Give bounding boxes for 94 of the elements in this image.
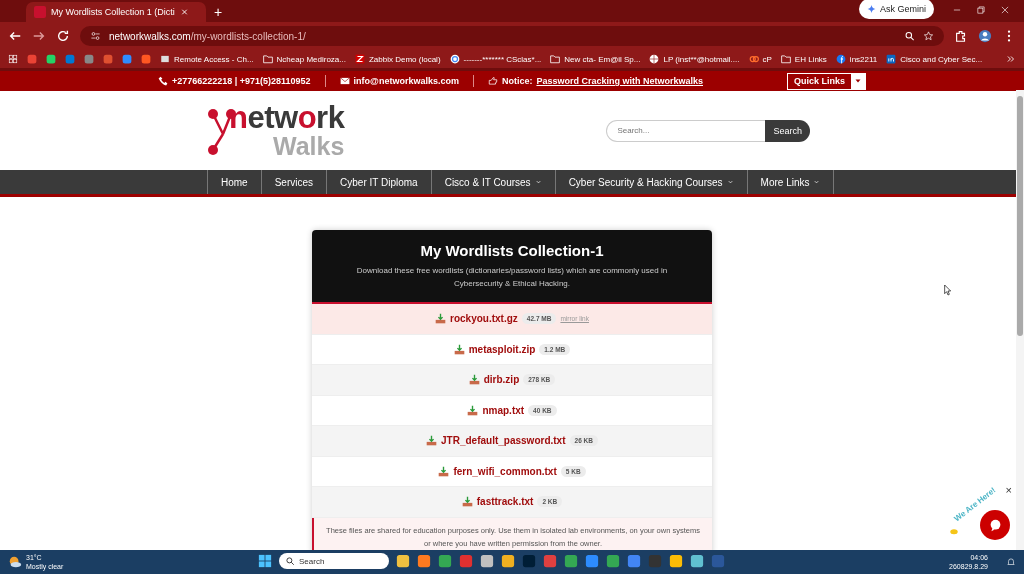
globe-icon (649, 54, 660, 64)
page-icon (160, 54, 170, 64)
extensions-icon[interactable] (954, 29, 968, 43)
dropdown-toggle[interactable] (851, 73, 866, 89)
back-icon[interactable] (8, 29, 22, 43)
download-icon (438, 465, 450, 477)
bookmark-item[interactable]: ins2211 (835, 54, 878, 64)
phone-numbers: +27766222218 | +971(5)28110952 (171, 76, 311, 86)
notice-link[interactable]: Password Cracking with Networkwalks (536, 76, 703, 86)
nav-link[interactable]: Cyber IT Diploma (326, 170, 431, 194)
browser-tab[interactable]: My Wordlists Collection 1 (Dicti (26, 2, 206, 22)
file-link[interactable]: fasttrack.txt (476, 496, 534, 508)
app-icon[interactable] (501, 554, 515, 568)
download-icon (453, 343, 465, 355)
envelope-icon (339, 76, 350, 86)
scrollbar[interactable] (1016, 90, 1024, 550)
nav-link[interactable]: Cisco & IT Courses (430, 170, 555, 194)
phone-icon (157, 76, 168, 86)
restore-icon[interactable] (976, 3, 986, 17)
notice-label: Notice: (501, 76, 533, 86)
chat-button[interactable] (980, 510, 1010, 540)
app-icon[interactable] (606, 554, 620, 568)
folder-icon (262, 54, 273, 64)
windows-start-icon[interactable] (258, 554, 272, 568)
mouse-cursor-icon (944, 284, 952, 296)
folder-icon (550, 54, 561, 64)
ask-gemini-label: Ask Gemini (880, 4, 926, 14)
search-button[interactable]: Search (765, 119, 810, 142)
folder-icon (780, 54, 791, 64)
download-icon (435, 313, 447, 325)
star-icon[interactable] (923, 29, 934, 43)
taskbar-search-field[interactable]: Search (279, 553, 389, 569)
nav-link[interactable]: Services (260, 170, 327, 194)
zoom-icon[interactable] (904, 29, 915, 43)
new-tab-button[interactable]: + (214, 2, 223, 22)
file-link[interactable]: metasploit.zip (468, 343, 536, 355)
nav-link[interactable]: Cyber Security & Hacking Courses (554, 170, 747, 194)
file-link[interactable]: fern_wifi_common.txt (453, 465, 557, 477)
search-icon (285, 556, 295, 566)
bookmark-item[interactable]: LP (inst**@hotmail.... (649, 54, 740, 64)
search-field[interactable]: Search... (606, 119, 766, 142)
apps-grid-icon[interactable] (8, 54, 18, 64)
close-icon[interactable]: × (1005, 484, 1012, 496)
app-icon[interactable] (690, 554, 704, 568)
bookmark-item[interactable]: New cta- Em@il Sp... (550, 54, 641, 64)
bookmark-item[interactable]: cP (748, 54, 772, 64)
app-icon[interactable] (396, 554, 410, 568)
bell-icon[interactable] (1006, 557, 1016, 567)
bookmark-item[interactable]: Remote Access - Ch... (160, 54, 254, 64)
file-link[interactable]: dirb.zip (483, 374, 520, 386)
bookmark-item[interactable]: -------******* CSclas*... (449, 54, 542, 64)
logo-subtitle: Walks (273, 132, 345, 159)
facebook-icon (835, 54, 846, 64)
linkedin-icon (886, 54, 897, 64)
rings-icon (748, 54, 759, 64)
site-favicon-icon (34, 6, 46, 18)
download-icon (426, 435, 438, 447)
file-link[interactable]: nmap.txt (482, 404, 525, 416)
chat-bubble-icon (988, 518, 1002, 532)
app-icon[interactable] (564, 554, 578, 568)
card-description: Download these free wordlists (dictionaries/password lists) which are commonly used in Cybersecurity & Ethical Hacking. (355, 265, 669, 290)
chevron-icon[interactable] (1006, 54, 1016, 64)
app-icon[interactable] (417, 554, 431, 568)
file-link[interactable]: JTR_default_password.txt (441, 435, 566, 447)
file-link[interactable]: rockyou.txt.gz (450, 313, 518, 325)
bookmark-item[interactable]: EH Links (780, 54, 827, 64)
tab-title: My Wordlists Collection 1 (Dicti (51, 7, 175, 17)
avatar-icon[interactable] (978, 29, 992, 43)
app-icon[interactable] (585, 554, 599, 568)
app-icon[interactable] (438, 554, 452, 568)
download-icon (468, 374, 480, 386)
app-icon[interactable] (627, 554, 641, 568)
download-icon (461, 496, 473, 508)
weather-icon (8, 555, 22, 569)
app-icon[interactable] (669, 554, 683, 568)
letter-tile-icon (354, 54, 365, 64)
nav-link[interactable]: Home (207, 170, 261, 194)
card-title: My Wordlists Collection-1 (419, 242, 605, 259)
email-address: info@networkwalks.com (353, 76, 459, 86)
app-icon[interactable] (480, 554, 494, 568)
forward-icon[interactable] (32, 29, 46, 43)
ask-gemini-button[interactable]: Ask Gemini (859, 0, 934, 19)
reload-icon[interactable] (56, 29, 70, 43)
google-icon (449, 54, 460, 64)
sparkle-icon (867, 2, 876, 16)
bookmark-item[interactable]: Cisco and Cyber Sec... (886, 54, 983, 64)
download-icon (467, 404, 479, 416)
site-settings-icon[interactable] (90, 29, 101, 43)
pointing-hand-icon (487, 76, 498, 86)
bookmark-item[interactable]: Zabbix Demo (local) (354, 54, 441, 64)
nav-link[interactable]: More Links (746, 170, 835, 194)
url-text: networkwalks.com/my-wordlists-collection-1/ (109, 30, 306, 42)
address-field[interactable]: networkwalks.com/my-wordlists-collection-1/ (80, 26, 944, 46)
bookmark-item[interactable]: Ncheap Mediroza... (262, 54, 346, 64)
